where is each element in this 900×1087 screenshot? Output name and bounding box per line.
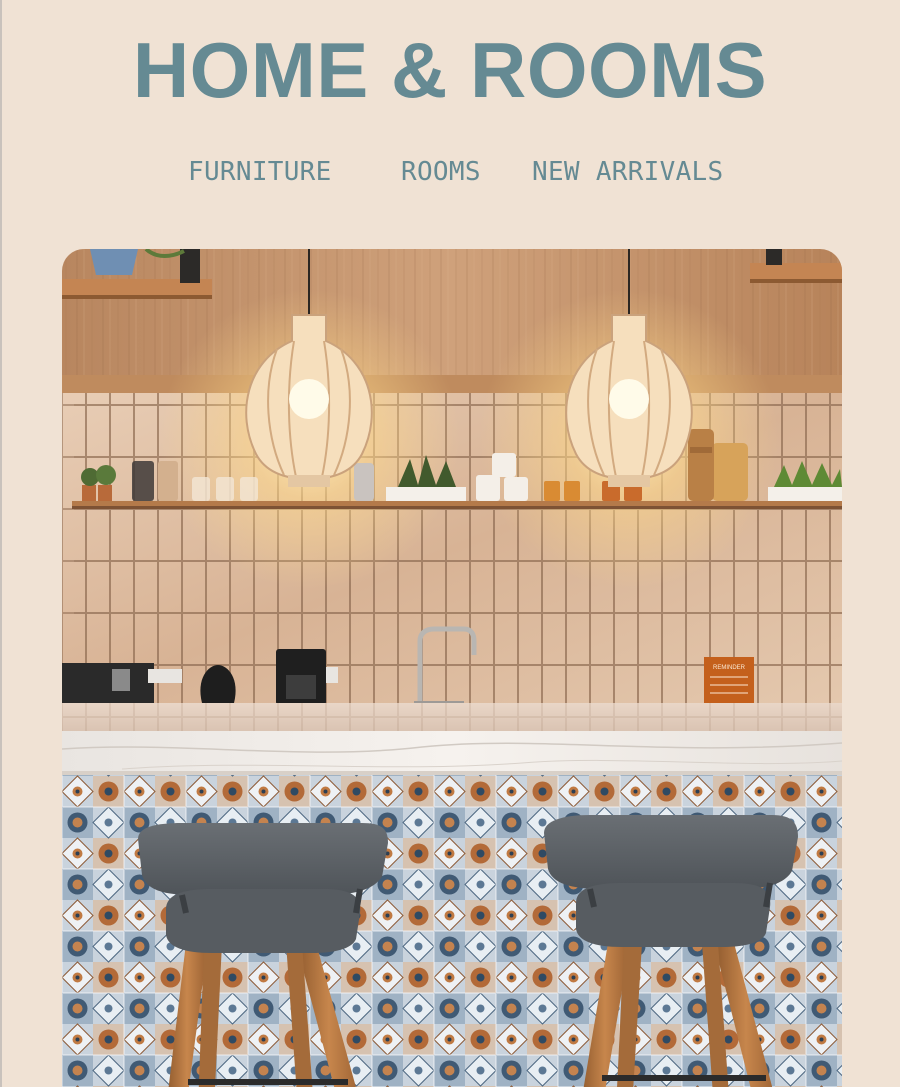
nav-link-furniture[interactable]: FURNITURE bbox=[188, 150, 332, 194]
nav-link-rooms[interactable]: ROOMS bbox=[401, 150, 481, 194]
hero-image: REMINDER bbox=[62, 249, 842, 1087]
plant-pot-icon bbox=[90, 249, 138, 275]
nav-link-new-arrivals[interactable]: NEW ARRIVALS bbox=[532, 150, 723, 194]
site-title: HOME & ROOMS bbox=[132, 26, 768, 114]
sign-text: REMINDER bbox=[713, 665, 746, 671]
main-nav: FURNITURE ROOMS NEW ARRIVALS bbox=[0, 150, 900, 194]
top-shelf-right bbox=[750, 263, 842, 281]
reminder-sign bbox=[704, 657, 754, 703]
toaster bbox=[62, 663, 154, 707]
marble-countertop bbox=[62, 731, 842, 775]
